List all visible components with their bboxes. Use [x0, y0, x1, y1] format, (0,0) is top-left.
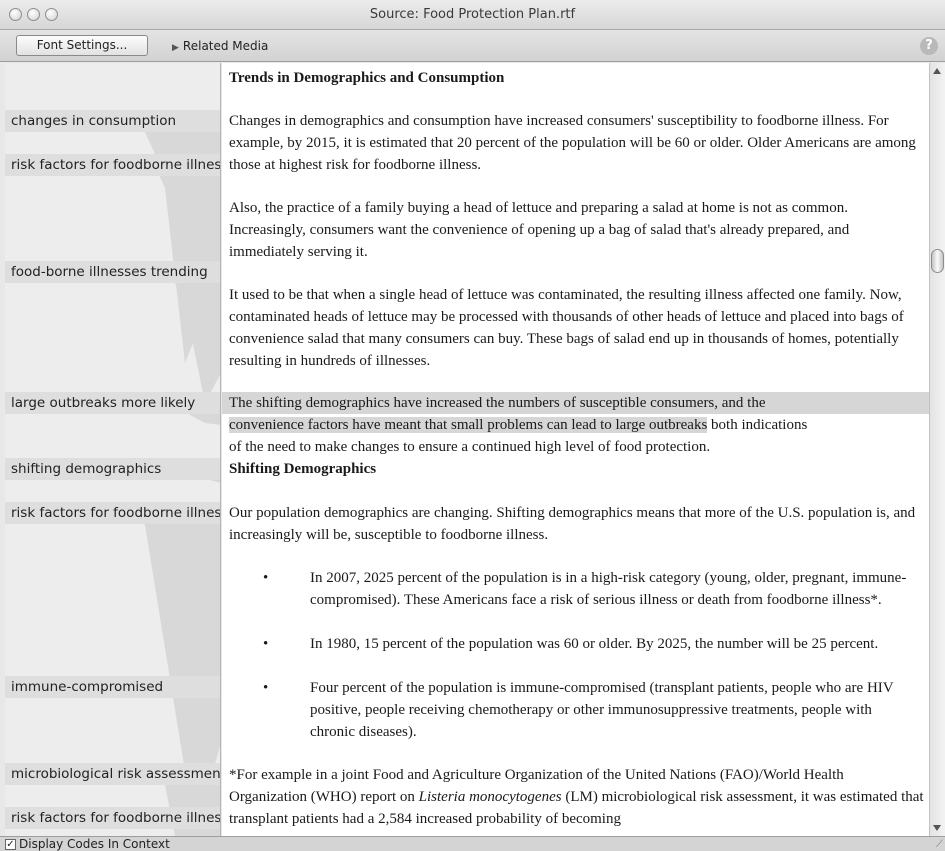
document-text-area[interactable]: Trends in Demographics and Consumption C… [222, 63, 930, 836]
list-item: • Four percent of the population is immu… [222, 677, 929, 743]
code-label[interactable]: microbiological risk assessment [5, 763, 220, 785]
list-item-text: In 1980, 15 percent of the population wa… [310, 636, 879, 652]
font-settings-button[interactable]: Font Settings... [16, 35, 148, 56]
bullet-icon: • [263, 570, 269, 586]
display-codes-label[interactable]: Display Codes In Context [19, 837, 170, 851]
code-label[interactable]: food-borne illnesses trending [5, 261, 220, 283]
footnote-italic: Listeria monocytogenes [418, 789, 562, 805]
related-media-label: Related Media [182, 39, 269, 53]
list-item-text: In 2007, 2025 percent of the population … [310, 570, 907, 608]
coded-selection[interactable]: convenience factors have meant that smal… [229, 417, 708, 433]
section-heading: Trends in Demographics and Consumption [229, 70, 505, 86]
section-heading: Shifting Demographics [229, 461, 377, 477]
disclosure-triangle-icon: ▶ [172, 43, 179, 53]
code-label[interactable]: risk factors for foodborne illness [5, 502, 220, 524]
help-icon[interactable]: ? [920, 37, 938, 55]
code-label[interactable]: immune-compromised [5, 676, 220, 698]
list-item-text: Four percent of the population is immune… [310, 680, 894, 740]
scroll-up-arrow-icon[interactable] [933, 68, 941, 74]
display-codes-checkbox[interactable]: ✓ [5, 839, 16, 850]
paragraph-line: The shifting demographics have increased… [229, 395, 766, 411]
footnote: *For example in a joint Food and Agricul… [229, 764, 924, 830]
code-label[interactable]: risk factors for foodborne illness [5, 807, 220, 829]
list-item: • In 2007, 2025 percent of the populatio… [222, 567, 929, 633]
vertical-scrollbar[interactable] [930, 63, 945, 836]
code-label[interactable]: shifting demographics [5, 458, 220, 480]
scroll-down-arrow-icon[interactable] [933, 825, 941, 831]
paragraph: Also, the practice of a family buying a … [229, 200, 850, 260]
toolbar: Font Settings... ▶ Related Media ? [0, 30, 945, 62]
title-bar: Source: Food Protection Plan.rtf [0, 0, 945, 30]
paragraph-fragment: both indications [707, 417, 808, 433]
scrollbar-thumb[interactable] [931, 249, 944, 273]
code-label[interactable]: changes in consumption [5, 110, 220, 132]
paragraph-line: convenience factors have meant that smal… [229, 414, 924, 436]
paragraph-line: of the need to make changes to ensure a … [229, 439, 711, 455]
bullet-icon: • [263, 636, 269, 652]
paragraph: Our population demographics are changing… [229, 505, 916, 543]
paragraph: It used to be that when a single head of… [229, 287, 904, 369]
codes-in-context-column: changes in consumption risk factors for … [5, 63, 221, 836]
bottom-bar: ✓ Display Codes In Context ⟋ [0, 836, 945, 851]
bullet-icon: • [263, 680, 269, 696]
code-label[interactable]: large outbreaks more likely [5, 392, 220, 414]
related-media-disclosure[interactable]: ▶ Related Media [172, 39, 268, 53]
paragraph: Changes in demographics and consumption … [229, 113, 916, 173]
window-title: Source: Food Protection Plan.rtf [369, 7, 576, 22]
resize-grip-icon[interactable]: ⟋ [936, 839, 943, 850]
paragraph-highlighted: The shifting demographics have increased… [229, 392, 924, 458]
code-connector-graphics [120, 132, 220, 836]
list-item: • In 1980, 15 percent of the population … [222, 633, 929, 677]
code-label[interactable]: risk factors for foodborne illness [5, 154, 220, 176]
